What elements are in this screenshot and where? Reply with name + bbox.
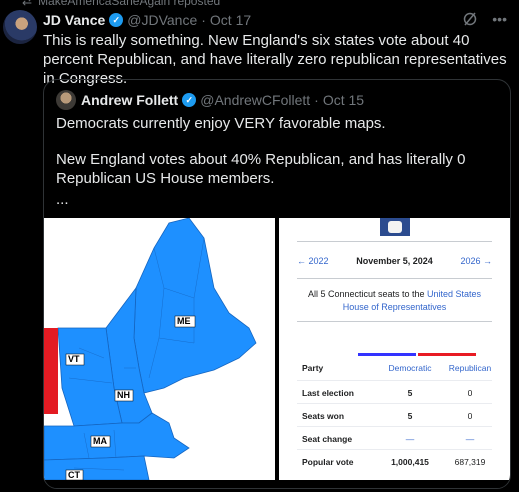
repost-indicator: ⇄ MakeAmericaSaneAgain reposted	[22, 0, 220, 8]
infobox-summary: All 5 Connecticut seats to the United St…	[297, 288, 492, 314]
summary-prefix: All 5 Connecticut seats to the	[307, 289, 428, 299]
quote-text: Democrats currently enjoy VERY favorable…	[56, 114, 496, 226]
map-label-vt: VT	[68, 354, 80, 364]
quote-ellipsis: ...	[56, 191, 69, 208]
author-handle[interactable]: @JDVance	[127, 12, 197, 28]
table-row: Seat change — —	[302, 434, 475, 444]
quote-header: Andrew Follett ✓ @AndrewCFollett · Oct 1…	[56, 90, 364, 110]
quote-author-handle: @AndrewCFollett	[200, 92, 311, 108]
repost-label[interactable]: MakeAmericaSaneAgain reposted	[38, 0, 220, 8]
map-label-me: ME	[177, 316, 191, 326]
dem-header: Democratic	[388, 363, 432, 373]
avatar[interactable]	[3, 10, 37, 44]
tweet-header: JD Vance ✓ @JDVance · Oct 17 •••	[43, 11, 509, 29]
rep-color-bar	[418, 353, 476, 356]
new-england-map-image[interactable]: ME VT NH MA CT	[44, 218, 275, 480]
verified-badge-icon: ✓	[182, 93, 197, 107]
quote-paragraph-2: New England votes about 40% Republican, …	[56, 151, 466, 187]
author-name[interactable]: JD Vance	[43, 12, 105, 28]
quote-author-name[interactable]: Andrew Follett	[81, 92, 178, 108]
tweet-date[interactable]: Oct 17	[210, 12, 251, 28]
map-label-nh: NH	[117, 390, 130, 400]
party-header: Party	[302, 363, 324, 373]
quote-paragraph-1: Democrats currently enjoy VERY favorable…	[56, 115, 386, 132]
more-icon[interactable]: •••	[492, 11, 507, 30]
separator-dot: ·	[201, 12, 206, 28]
election-nav: ← 2022 November 5, 2024 2026 →	[297, 256, 492, 266]
quoted-tweet[interactable]: Andrew Follett ✓ @AndrewCFollett · Oct 1…	[43, 79, 511, 489]
map-label-ct: CT	[68, 470, 80, 480]
next-election-link[interactable]: 2026 →	[460, 256, 492, 266]
table-row: Last election 5 0	[302, 388, 473, 398]
prev-election-link[interactable]: ← 2022	[297, 256, 329, 266]
quote-avatar[interactable]	[56, 90, 76, 110]
connecticut-region	[44, 455, 150, 480]
verified-badge-icon[interactable]: ✓	[109, 13, 124, 27]
table-row: Seats won 5 0	[302, 411, 473, 421]
table-row: Popular vote 1,000,415 687,319	[302, 457, 486, 467]
table-header-row: Party Democratic Republican	[302, 363, 502, 375]
separator-dot: ·	[314, 92, 319, 108]
state-seal-icon	[380, 218, 410, 236]
rep-header: Republican	[448, 363, 492, 373]
map-label-ma: MA	[93, 436, 107, 446]
new-york-region	[44, 328, 58, 414]
repost-icon: ⇄	[22, 0, 33, 8]
wikipedia-infobox-image[interactable]: ← 2022 November 5, 2024 2026 → All 5 Con…	[279, 218, 510, 480]
current-election: November 5, 2024	[356, 256, 433, 266]
quote-media[interactable]: ME VT NH MA CT ← 2022 November 5, 2024 2…	[44, 218, 510, 488]
grok-icon[interactable]	[462, 11, 478, 30]
dem-color-bar	[358, 353, 416, 356]
quote-date: Oct 15	[322, 92, 365, 108]
